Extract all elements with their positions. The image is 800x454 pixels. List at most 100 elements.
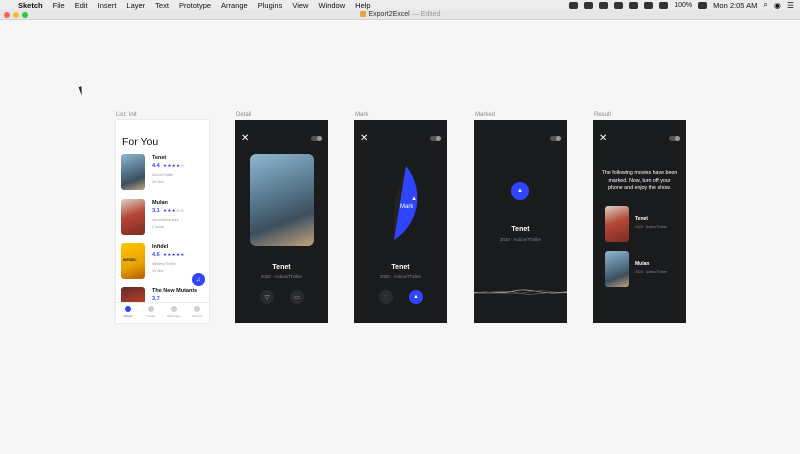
page-title: For You bbox=[122, 136, 159, 148]
movie-rating: 4.4 bbox=[152, 163, 160, 169]
document-icon bbox=[359, 10, 366, 17]
display-icon[interactable] bbox=[644, 1, 654, 9]
tab-label: Discussion bbox=[167, 314, 181, 318]
movie-duration: 1h 48m bbox=[152, 269, 164, 273]
menu-text[interactable]: Text bbox=[155, 1, 169, 10]
movie-title: Tenet bbox=[152, 155, 167, 161]
artboard-result[interactable]: ✕ The following movies have been marked.… bbox=[593, 120, 686, 323]
menu-plugins[interactable]: Plugins bbox=[258, 1, 283, 10]
window-titlebar: Export2Excel — Edited bbox=[0, 10, 800, 20]
tab-discussion[interactable]: Discussion bbox=[164, 306, 184, 318]
movie-genre: 2020 · Action/Thriller bbox=[635, 270, 668, 274]
tray-icon[interactable] bbox=[569, 1, 579, 9]
movie-poster bbox=[121, 199, 145, 235]
movie-meta: 2020 · Action/Thriller bbox=[260, 274, 303, 279]
movie-title: Mulan bbox=[635, 261, 650, 267]
tab-movies[interactable]: Movies bbox=[118, 306, 138, 318]
battery-icon[interactable] bbox=[698, 1, 708, 9]
list-icon[interactable]: ☰ bbox=[787, 1, 794, 10]
siri-icon[interactable]: ◉ bbox=[774, 1, 781, 10]
movie-meta: 2020 · Action/Thriller bbox=[499, 237, 542, 242]
menu-layer[interactable]: Layer bbox=[126, 1, 145, 10]
headphones-button[interactable]: ♫ bbox=[192, 273, 205, 286]
movie-duration: 2h 30m bbox=[152, 180, 164, 184]
artboard-mark[interactable]: ✕ ▲ Mark Tenet 2020 · Action/Thriller ▽ … bbox=[354, 120, 447, 323]
movie-card[interactable]: Tenet 4.4 ★★★★☆ Action/Thriller 2h 30m bbox=[121, 154, 206, 196]
tv-button[interactable]: ▭ bbox=[290, 290, 304, 304]
dislike-button[interactable]: ▽ bbox=[260, 290, 274, 304]
theme-toggle[interactable] bbox=[311, 136, 322, 141]
tab-label: Theater bbox=[146, 314, 156, 318]
theater-tab-icon bbox=[148, 306, 154, 312]
tab-theater[interactable]: Theater bbox=[141, 306, 161, 318]
mark-overlay bbox=[394, 166, 418, 240]
movie-title: Tenet bbox=[272, 264, 291, 271]
menu-help[interactable]: Help bbox=[355, 1, 370, 10]
movie-genre: 2020 · Action/Thriller bbox=[635, 225, 668, 229]
movie-title: Infidel bbox=[152, 244, 169, 250]
status-area: 100% Mon 2:05 AM ⌕ ◉ ☰ bbox=[569, 0, 794, 10]
edited-status: — Edited bbox=[411, 11, 441, 18]
menu-prototype[interactable]: Prototype bbox=[179, 1, 211, 10]
artboard-label-result[interactable]: Result bbox=[594, 112, 611, 118]
mark-label: Mark bbox=[400, 204, 414, 210]
apple-icon[interactable] bbox=[4, 1, 12, 9]
thumbs-up-icon: ▲ bbox=[511, 182, 529, 200]
document-name: Export2Excel bbox=[368, 11, 410, 18]
movie-genre: Action/Thriller bbox=[152, 173, 174, 177]
movie-poster bbox=[121, 154, 145, 190]
list-item[interactable]: Tenet 2020 · Action/Thriller bbox=[605, 206, 680, 242]
clock[interactable]: Mon 2:05 AM bbox=[713, 1, 757, 10]
menu-file[interactable]: File bbox=[53, 1, 65, 10]
menu-view[interactable]: View bbox=[292, 1, 308, 10]
flag-icon[interactable] bbox=[614, 1, 624, 9]
star-rating-icon: ★★★★☆ bbox=[163, 163, 185, 168]
wifi-icon[interactable] bbox=[659, 1, 669, 9]
menu-arrange[interactable]: Arrange bbox=[221, 1, 248, 10]
movie-poster bbox=[605, 206, 629, 242]
menu-sketch[interactable]: Sketch bbox=[18, 1, 43, 10]
discussion-tab-icon bbox=[171, 306, 177, 312]
artboard-list[interactable]: For You Tenet 4.4 ★★★★☆ Action/Thriller … bbox=[116, 120, 209, 323]
account-tab-icon bbox=[194, 306, 200, 312]
poster-title-text: INFIDEL bbox=[123, 258, 137, 262]
movie-title: Mulan bbox=[152, 200, 168, 206]
like-button[interactable]: ▲ bbox=[409, 290, 423, 304]
menu-window[interactable]: Window bbox=[318, 1, 345, 10]
result-message: The following movies have been marked. N… bbox=[601, 170, 678, 191]
search-icon[interactable]: ⌕ bbox=[763, 0, 767, 10]
movie-poster bbox=[250, 154, 314, 246]
artboard-label-marked[interactable]: Marked bbox=[475, 112, 495, 118]
menu-bar: Sketch File Edit Insert Layer Text Proto… bbox=[0, 0, 800, 10]
close-icon[interactable]: ✕ bbox=[599, 134, 607, 144]
thumbs-up-icon: ▲ bbox=[411, 196, 417, 202]
menu-insert[interactable]: Insert bbox=[98, 1, 117, 10]
list-item[interactable]: Mulan 2020 · Action/Thriller bbox=[605, 251, 680, 287]
cloud-icon[interactable] bbox=[584, 1, 594, 9]
tab-account[interactable]: Account bbox=[187, 306, 207, 318]
movie-title: Tenet bbox=[391, 264, 410, 271]
artboard-label-list[interactable]: List: Init bbox=[116, 112, 137, 118]
artboard-label-detail[interactable]: Detail bbox=[236, 112, 251, 118]
theme-toggle[interactable] bbox=[669, 136, 680, 141]
artboard-marked[interactable]: ▲ Tenet 2020 · Action/Thriller bbox=[474, 120, 567, 323]
battery-percent: 100% bbox=[674, 1, 693, 9]
star-rating-icon: ★★★☆☆ bbox=[163, 208, 185, 213]
movie-card[interactable]: Mulan 3.1 ★★★☆☆ Action/Adventure 2 hours bbox=[121, 199, 206, 241]
movie-poster bbox=[605, 251, 629, 287]
star-rating-icon: ★★★★★ bbox=[163, 252, 185, 257]
window-title: Export2Excel — Edited bbox=[0, 10, 800, 20]
bell-icon[interactable] bbox=[599, 1, 609, 9]
dislike-button[interactable]: ▽ bbox=[379, 290, 393, 304]
menu-edit[interactable]: Edit bbox=[75, 1, 88, 10]
close-icon[interactable]: ✕ bbox=[241, 134, 249, 144]
artboard-detail[interactable]: ✕ Tenet 2020 · Action/Thriller ▽ ▭ bbox=[235, 120, 328, 323]
movie-duration: 2 hours bbox=[152, 225, 164, 229]
tab-bar: Movies Theater Discussion Account bbox=[116, 302, 209, 323]
wechat-icon[interactable] bbox=[629, 1, 639, 9]
tab-label: Movies bbox=[123, 314, 133, 318]
movie-title: The New Mutants bbox=[152, 288, 198, 294]
artboard-label-mark[interactable]: Mark bbox=[355, 112, 368, 118]
movie-title: Tenet bbox=[635, 216, 648, 222]
theme-toggle[interactable] bbox=[550, 136, 561, 141]
